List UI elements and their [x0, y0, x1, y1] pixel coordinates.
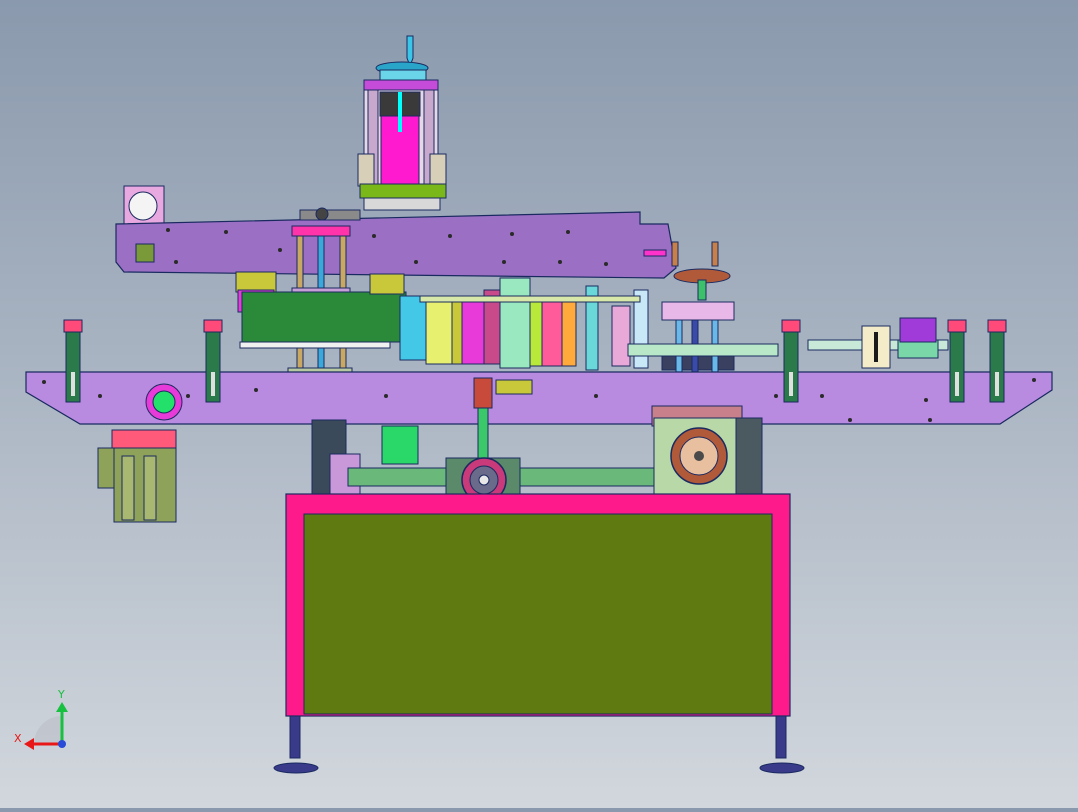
guide-post [203, 319, 223, 403]
base-cabinet [273, 493, 805, 774]
axis-x-label: X [14, 732, 22, 745]
conveyor-bed-plate [25, 371, 1053, 425]
guide-post [987, 319, 1007, 403]
labeling-machine-drawing: Y X [14, 35, 1053, 774]
guide-post [947, 319, 967, 403]
guide-post [63, 319, 83, 403]
guide-post [781, 319, 801, 403]
axis-y-label: Y [57, 688, 65, 701]
top-adjuster-column [357, 35, 447, 211]
drive-motor [97, 429, 177, 523]
top-handwheel [671, 241, 731, 301]
axis-triad: Y X [14, 688, 68, 750]
cad-viewport[interactable]: Y X [0, 0, 1078, 808]
